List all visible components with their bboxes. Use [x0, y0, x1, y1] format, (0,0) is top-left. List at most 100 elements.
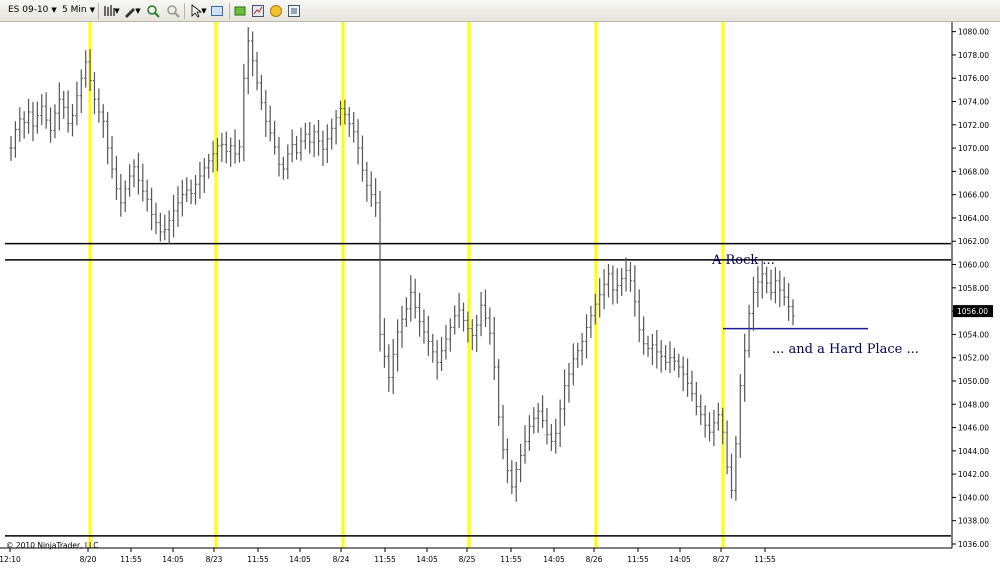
price-bar: [448, 318, 452, 352]
price-bar: [615, 268, 619, 304]
price-bar: [290, 129, 294, 163]
price-bar: [492, 316, 496, 380]
price-bar: [562, 369, 567, 426]
price-bar: [110, 136, 114, 179]
y-tick-label: 1076.00: [958, 74, 989, 83]
x-tick-label: 8/27: [713, 555, 730, 564]
price-bar: [180, 179, 184, 217]
price-bar: [48, 107, 53, 143]
price-bar: [132, 159, 136, 188]
zoom-in-icon[interactable]: [145, 3, 161, 19]
price-bar: [264, 90, 268, 137]
price-bar: [685, 358, 690, 397]
x-tick-label: 11:55: [754, 555, 776, 564]
price-bar: [773, 267, 778, 304]
price-bar: [747, 304, 751, 358]
price-bar: [620, 268, 624, 296]
price-bar: [356, 119, 360, 165]
properties-icon[interactable]: [286, 3, 302, 19]
annotation-hard-place: ... and a Hard Place ...: [772, 342, 919, 357]
chevron-down-icon[interactable]: ▼: [134, 3, 142, 19]
price-bar: [527, 415, 532, 451]
price-bar: [409, 275, 413, 322]
price-bar: [325, 124, 329, 163]
price-bar: [18, 107, 22, 142]
price-bar: [145, 179, 149, 212]
y-tick-label: 1048.00: [958, 400, 989, 409]
price-bar: [584, 314, 589, 359]
x-tick-label: 8/20: [80, 555, 97, 564]
zoom-out-icon[interactable]: [165, 3, 181, 19]
y-tick-label: 1074.00: [958, 98, 989, 107]
price-bar: [655, 329, 659, 369]
chevron-down-icon[interactable]: ▼: [200, 3, 208, 19]
price-bar: [286, 144, 290, 180]
price-bar: [149, 187, 154, 231]
y-tick-label: 1036.00: [958, 540, 989, 549]
chevron-down-icon[interactable]: ▼: [113, 3, 121, 19]
interval-label: 5 Min: [62, 5, 87, 15]
price-bar: [198, 161, 202, 199]
price-bar: [119, 173, 123, 217]
strategy-icon[interactable]: [232, 3, 248, 19]
interval-selector[interactable]: 5 Min ▼: [58, 3, 99, 18]
chart-window-icon[interactable]: [209, 3, 225, 19]
price-bar: [400, 305, 404, 348]
coin-icon[interactable]: [268, 3, 284, 19]
price-bar: [497, 359, 501, 426]
price-bar: [435, 339, 439, 380]
price-bar: [782, 276, 786, 306]
price-bar: [382, 318, 387, 368]
price-bar: [163, 214, 167, 241]
chevron-down-icon: ▼: [89, 6, 95, 14]
price-bar: [330, 118, 334, 150]
price-bar: [220, 132, 224, 162]
price-bar: [707, 412, 712, 442]
indicator-icon[interactable]: [250, 3, 266, 19]
y-tick-label: 1058.00: [958, 284, 989, 293]
price-bar: [624, 257, 628, 292]
price-bar: [598, 278, 602, 318]
price-bar: [92, 71, 97, 115]
price-bar: [294, 135, 299, 160]
price-bar: [123, 180, 127, 213]
price-bar: [57, 82, 61, 131]
price-bar: [31, 102, 35, 142]
price-bar: [360, 135, 365, 182]
price-bar: [536, 402, 540, 433]
price-bar: [505, 438, 510, 483]
price-bar: [176, 186, 180, 227]
price-bar: [114, 155, 119, 201]
x-tick-label: 8/26: [586, 555, 603, 564]
price-bar: [9, 135, 13, 161]
price-bar: [316, 120, 321, 156]
price-bar: [193, 174, 198, 205]
price-bar: [40, 93, 44, 125]
price-bar: [26, 98, 31, 134]
price-bar: [422, 309, 426, 344]
price-bar: [501, 405, 505, 460]
y-tick-label: 1072.00: [958, 121, 989, 130]
price-bar: [347, 107, 351, 137]
price-bar: [540, 395, 545, 428]
y-tick-label: 1046.00: [958, 424, 989, 433]
instrument-selector[interactable]: ES 09-10 ▼: [4, 3, 61, 18]
price-bar: [387, 344, 391, 392]
price-bar: [571, 343, 575, 386]
price-bar: [743, 333, 747, 402]
price-bar: [554, 418, 558, 454]
price-bar: [725, 420, 729, 475]
price-chart[interactable]: 1036.00 1038.00 1040.00 1042.00 1044.00 1046.…: [0, 22, 1000, 571]
y-tick-label: 1052.00: [958, 354, 989, 363]
price-bar: [417, 292, 422, 337]
price-bar: [141, 163, 145, 202]
x-tick-label: 11:55: [374, 555, 396, 564]
price-bar: [756, 266, 760, 308]
price-bar: [62, 90, 66, 119]
price-bar: [84, 50, 88, 88]
price-bar: [242, 63, 246, 162]
price-bar: [677, 353, 681, 378]
price-bar: [303, 122, 307, 150]
price-bar: [185, 177, 189, 202]
price-bar: [374, 178, 378, 217]
